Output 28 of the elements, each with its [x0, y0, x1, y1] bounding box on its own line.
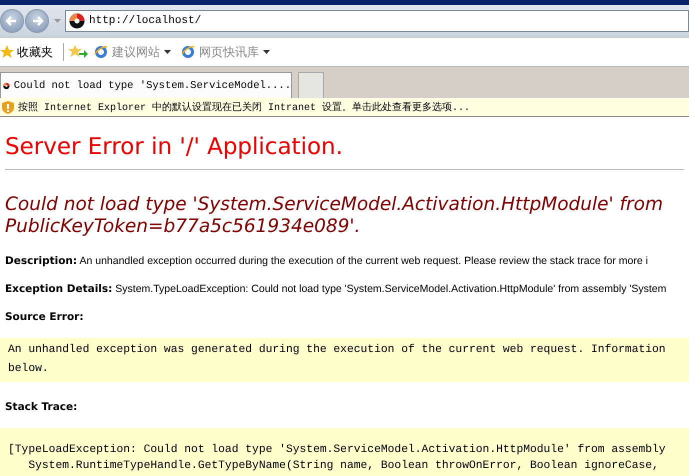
information-bar[interactable]: 按照 Internet Explorer 中的默认设置现在已关闭 Intranet 设置。单击此处查看更多选项... — [0, 98, 689, 117]
section-label: Description: — [5, 255, 78, 267]
section-text: System.TypeLoadException: Could not load type 'System.ServiceModel.Activation.HttpModule' from assembly 'System — [114, 283, 666, 295]
browser-tab[interactable]: Could not load type 'System.ServiceModel.... — [0, 72, 292, 98]
code-block: An unhandled exception was generated during the execution of the current web request. Information below. — [0, 338, 689, 382]
star-icon — [0, 45, 14, 59]
favorites-link[interactable]: 建议网站 — [94, 44, 171, 60]
browser-logo-icon — [94, 45, 108, 59]
add-favorite-icon[interactable] — [68, 44, 88, 60]
error-message: Could not load type 'System.ServiceModel.Activation.HttpModule' from PublicKeyToken=b77a5c561934e089'. — [5, 194, 664, 238]
forward-button[interactable] — [25, 9, 49, 33]
favorites-button[interactable]: 收藏夹 — [0, 44, 59, 60]
address-field[interactable]: http://localhost/ — [65, 10, 689, 32]
favorites-link[interactable]: 网页快讯库 — [181, 44, 270, 60]
shield-icon — [2, 100, 14, 114]
section-text: An unhandled exception occurred during the execution of the current web request. Please review the stack trace for more i — [78, 255, 648, 267]
page-icon — [69, 13, 85, 29]
section-label: Stack Trace: — [5, 401, 78, 413]
caret-icon[interactable] — [54, 19, 61, 23]
section-label: Exception Details: — [5, 283, 112, 295]
back-button[interactable] — [0, 9, 24, 33]
page-heading: Server Error in '/' Application. — [5, 133, 344, 161]
browser-logo-icon — [181, 45, 195, 59]
new-tab-button[interactable] — [298, 72, 324, 98]
code-block: [TypeLoadException: Could not load type 'System.ServiceModel.Activation.HttpModule' from assembly System.RuntimeTypeHandle.GetTypeByName(String name, Boolean throwOnError, Boolean ignoreCase, — [0, 428, 689, 476]
caret-icon — [164, 50, 171, 54]
caret-icon — [263, 50, 270, 54]
section-label: Source Error: — [5, 311, 84, 323]
